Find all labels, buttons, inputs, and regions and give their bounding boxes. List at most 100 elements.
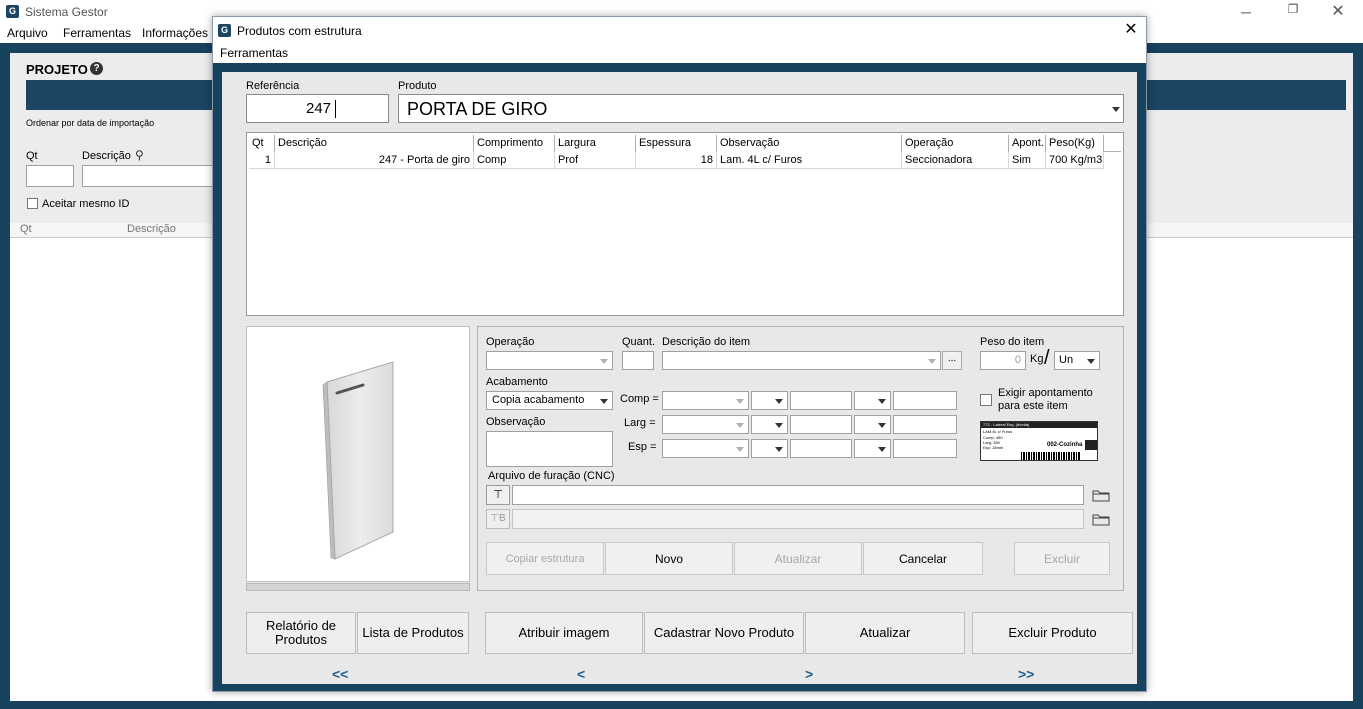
comp-combo-2[interactable] [751,391,788,410]
atualizar-item-button[interactable]: Atualizar [734,542,862,575]
esp-label: Esp = [628,441,657,453]
esp-input-5[interactable] [893,439,957,458]
exigir-label-line1: Exigir apontamento [998,387,1093,399]
menu-ferramentas[interactable]: Ferramentas [63,26,131,40]
acabamento-combo[interactable]: Copia acabamento [486,391,613,410]
copiar-estrutura-button[interactable]: Copiar estrutura [486,542,604,575]
peso-value: 0 [1014,354,1021,366]
slash-label: / [1044,347,1050,369]
dialog-logo-icon: G [218,24,231,37]
grid-header-apont[interactable]: Apont. [1009,135,1046,152]
cnc-file-b-button[interactable]: ⊤B [486,509,510,529]
observacao-label: Observação [486,416,546,428]
novo-button[interactable]: Novo [605,542,733,575]
produto-value: PORTA DE GIRO [407,99,548,119]
esp-combo-2[interactable] [751,439,788,458]
table-row[interactable]: 1 247 - Porta de giro Comp Prof 18 Lam. … [249,152,1121,169]
excluir-item-button[interactable]: Excluir [1014,542,1110,575]
produto-dropdown-arrow[interactable] [1109,95,1123,122]
operacao-combo[interactable] [486,351,613,370]
cnc-file-a-button[interactable]: ⊤ [486,485,510,505]
grid-header-operacao[interactable]: Operação [902,135,1009,152]
descricao-input[interactable] [82,165,222,187]
comp-input-5[interactable] [893,391,957,410]
comp-combo-1[interactable] [662,391,749,410]
larg-combo-1[interactable] [662,415,749,434]
cell-qt: 1 [249,152,275,169]
peso-label: Peso do item [980,336,1045,348]
comp-input-3[interactable] [790,391,852,410]
dialog-menu-bar: Ferramentas [213,43,1146,63]
grid-header-observacao[interactable]: Observação [717,135,902,152]
esp-combo-1[interactable] [662,439,749,458]
aceitar-label: Aceitar mesmo ID [42,198,130,210]
qt-label: Qt [26,150,38,162]
descricao-item-combo[interactable] [662,351,941,370]
cell-peso: 700 Kg/m3 [1046,152,1104,169]
larg-input-5[interactable] [893,415,957,434]
esp-input-3[interactable] [790,439,852,458]
larg-combo-4[interactable] [854,415,891,434]
exigir-checkbox[interactable] [980,394,992,406]
quant-input[interactable] [622,351,654,370]
grid-header-qt[interactable]: Qt [249,135,275,152]
grid-header-peso[interactable]: Peso(Kg) [1046,135,1104,152]
exigir-label-line2: para este item [998,400,1068,412]
help-icon[interactable]: ? [90,62,103,75]
grid-header-espessura[interactable]: Espessura [636,135,717,152]
sort-label[interactable]: Ordenar por data de importação [26,118,154,128]
grid-header-comprimento[interactable]: Comprimento [474,135,555,152]
comp-combo-4[interactable] [854,391,891,410]
referencia-input[interactable]: 247 [246,94,389,123]
excluir-produto-button[interactable]: Excluir Produto [972,612,1133,654]
search-icon[interactable]: ⚲ [135,148,144,162]
esp-combo-4[interactable] [854,439,891,458]
qt-input[interactable] [26,165,74,187]
image-scrollbar[interactable] [246,583,470,591]
peso-input[interactable]: 0 [980,351,1026,370]
minimize-button[interactable]: ─ [1236,4,1256,20]
app-logo-icon: G [6,5,19,18]
door-image [322,361,394,560]
nav-next-button[interactable]: > [805,666,813,682]
cnc-file-b-input[interactable] [512,509,1084,529]
app-title: Sistema Gestor [25,5,108,19]
comp-label: Comp = [620,393,659,405]
dialog-close-button[interactable]: ✕ [1121,20,1141,40]
cancelar-button[interactable]: Cancelar [863,542,983,575]
cadastrar-produto-button[interactable]: Cadastrar Novo Produto [644,612,804,654]
grid-header-largura[interactable]: Largura [555,135,636,152]
descricao-browse-button[interactable]: ... [942,351,962,370]
aceitar-checkbox[interactable] [27,198,38,209]
folder-b-icon[interactable] [1092,512,1110,526]
descricao-label: Descrição [82,150,131,162]
close-window-button[interactable]: ✕ [1328,1,1348,20]
menu-informacoes[interactable]: Informações [142,26,208,40]
product-image-panel[interactable] [246,326,470,582]
nav-prev-button[interactable]: < [577,666,585,682]
produto-combo[interactable]: PORTA DE GIRO [398,94,1124,123]
cnc-file-a-input[interactable] [512,485,1084,505]
larg-combo-2[interactable] [751,415,788,434]
relatorio-produtos-button[interactable]: Relatório de Produtos [246,612,356,654]
text-cursor [335,100,336,118]
observacao-input[interactable] [486,431,613,467]
unit-value: Un [1059,354,1074,366]
nav-first-button[interactable]: << [332,666,348,682]
larg-input-3[interactable] [790,415,852,434]
dialog-menu-ferramentas[interactable]: Ferramentas [220,46,288,60]
cell-descricao: 247 - Porta de giro [275,152,474,169]
atualizar-produto-button[interactable]: Atualizar [805,612,965,654]
folder-icon[interactable] [1092,488,1110,502]
menu-arquivo[interactable]: Arquivo [7,26,48,40]
maximize-button[interactable]: ❐ [1283,2,1303,18]
atribuir-imagem-button[interactable]: Atribuir imagem [485,612,643,654]
nav-last-button[interactable]: >> [1018,666,1034,682]
kg-label: Kg [1030,353,1044,365]
cell-operacao: Seccionadora [902,152,1009,169]
unit-combo[interactable]: Un [1054,351,1100,370]
item-edit-panel: Operação Quant. Descrição do item ... Pe… [477,326,1124,591]
referencia-value: 247 [306,100,332,117]
grid-header-descricao[interactable]: Descrição [275,135,474,152]
lista-produtos-button[interactable]: Lista de Produtos [357,612,469,654]
